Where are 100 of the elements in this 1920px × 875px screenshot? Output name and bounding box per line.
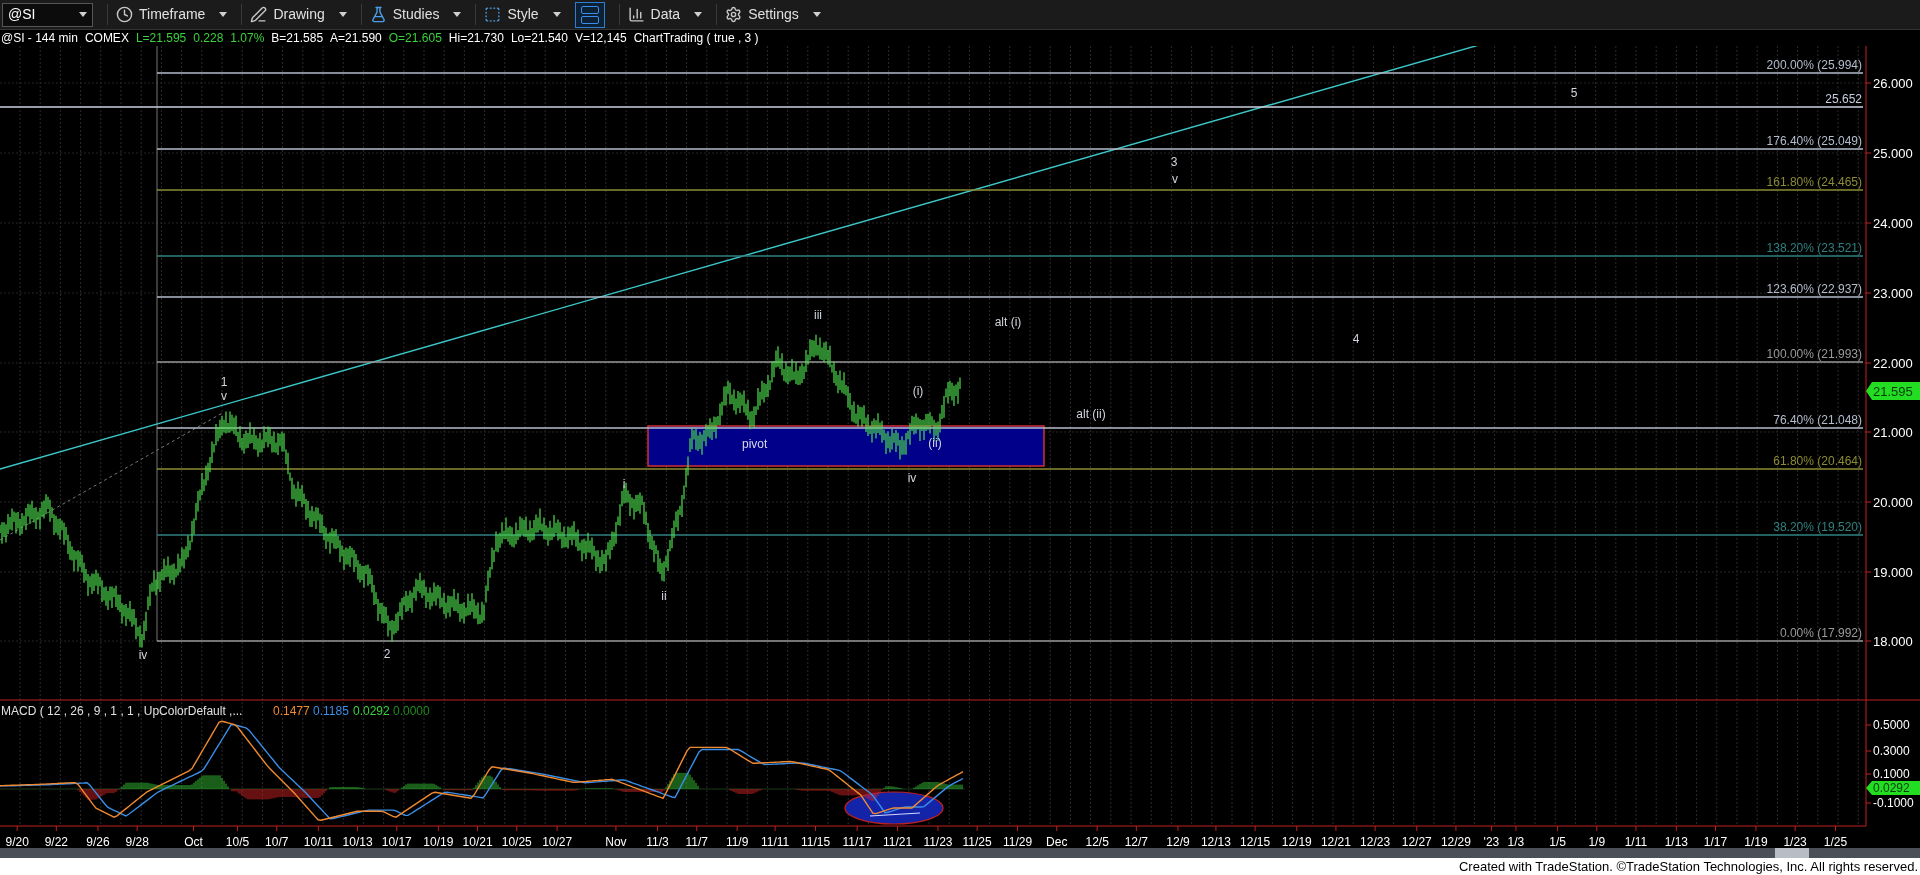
pen-icon: [250, 6, 268, 23]
quote-info-text: COMEX: [84, 32, 129, 44]
wave-label: iii: [814, 308, 822, 322]
date-axis-label: 12/23: [1360, 835, 1391, 848]
date-axis-label: 9/26: [86, 835, 110, 848]
toolbar-menu[interactable]: Studies: [360, 4, 440, 25]
macd-axis-label: 0.1000: [1873, 767, 1910, 781]
bar-chart-icon: [627, 6, 645, 23]
flask-icon: [369, 6, 387, 23]
divergence-line: [869, 812, 921, 817]
date-axis-label: '23: [1483, 835, 1500, 848]
fibonacci-level-label: 176.40% (25.049): [1766, 134, 1862, 148]
date-axis-label: 12/13: [1200, 835, 1231, 848]
quote-info-text: @SI - 144 min: [1, 32, 78, 44]
wave-label: (i): [912, 384, 924, 398]
zone-label: pivot: [742, 437, 768, 451]
date-axis-label: 11/21: [883, 835, 913, 848]
macd-axis-label: 0.5000: [1873, 718, 1910, 732]
wave-label: alt (i): [994, 315, 1022, 329]
toolbar-menu[interactable]: Style: [475, 4, 539, 25]
date-axis-label: Oct: [184, 835, 203, 848]
toolbar-menu[interactable]: Data: [618, 4, 681, 25]
wave-label: v: [221, 389, 227, 403]
toolbar-menu[interactable]: Timeframe: [107, 4, 206, 25]
date-axis-label: 12/29: [1440, 835, 1471, 848]
date-axis-label: 10/11: [303, 835, 333, 848]
layout-toggle-button[interactable]: [574, 1, 605, 28]
date-axis-label: 1/17: [1703, 835, 1728, 848]
date-axis-label: 12/9: [1166, 835, 1190, 848]
date-axis-label: 1/3: [1507, 835, 1525, 848]
wave-label: 1: [220, 375, 228, 389]
last-price-tag: 21.595: [1866, 382, 1920, 400]
symbol-dropdown[interactable]: @SI: [2, 2, 93, 27]
fibonacci-level-label: 61.80% (20.464): [1773, 454, 1862, 468]
date-axis-label: 1/5: [1549, 835, 1566, 848]
fibonacci-level-label: 76.40% (21.048): [1773, 413, 1862, 427]
quote-info-text: Hi=21.730: [448, 32, 504, 44]
scrollbar-thumb[interactable]: [1775, 848, 1809, 858]
toolbar-menu[interactable]: Settings: [716, 4, 799, 25]
wave-label: 3: [1170, 155, 1178, 169]
price-axis-label: 20.000: [1873, 495, 1913, 510]
date-axis-label: Nov: [605, 835, 627, 848]
quote-info-text: O=21.605: [388, 32, 442, 44]
fibonacci-level-label: 138.20% (23.521): [1766, 241, 1862, 255]
quote-info-text: 0.228: [193, 32, 224, 44]
date-axis-label: 11/9: [725, 835, 749, 848]
date-axis-label: 12/5: [1085, 835, 1109, 848]
wave-label: iv: [138, 648, 148, 662]
wave-label: i: [622, 477, 626, 491]
date-axis-label: 10/27: [542, 835, 573, 848]
caret-icon: [219, 12, 228, 17]
fibonacci-level-label: 123.60% (22.937): [1766, 282, 1862, 296]
caret-icon: [453, 12, 462, 17]
date-axis-label: 1/11: [1624, 835, 1648, 848]
caret-icon: [552, 12, 561, 17]
wave-label: alt (ii): [1076, 407, 1106, 421]
scrollbar[interactable]: [0, 848, 1920, 858]
date-axis-label: 11/17: [842, 835, 872, 848]
fibonacci-level-label: 25.652: [1825, 92, 1862, 106]
macd-axis-label: -0.1000: [1873, 796, 1914, 810]
fibonacci-level-label: 200.00% (25.994): [1766, 58, 1862, 72]
date-axis-label: 10/19: [423, 835, 454, 848]
date-axis-label: 1/23: [1783, 835, 1807, 848]
wave-label: 2: [383, 647, 391, 661]
caret-icon: [79, 12, 87, 17]
date-axis-label: 12/7: [1124, 835, 1148, 848]
date-axis-label: 10/17: [381, 835, 412, 848]
date-axis-label: 11/7: [685, 835, 708, 848]
date-axis-label: 11/11: [761, 835, 790, 848]
price-axis-label: 24.000: [1873, 216, 1913, 231]
quote-info-text: ChartTrading ( true , 3 ): [633, 32, 759, 44]
date-axis-label: 12/21: [1320, 835, 1351, 848]
date-axis-label: 12/19: [1281, 835, 1312, 848]
date-axis-label: 1/19: [1744, 835, 1768, 848]
price-axis-label: 25.000: [1873, 146, 1913, 161]
date-axis-label: 11/23: [923, 835, 953, 848]
fibonacci-level-label: 38.20% (19.520): [1773, 520, 1862, 534]
toolbar-menu[interactable]: Drawing: [241, 4, 325, 25]
macd-title: MACD ( 12 , 26 , 9 , 1 , 1 , UpColorDefault ,...: [1, 704, 243, 718]
wave-label: v: [1172, 172, 1178, 186]
fibonacci-level-label: 161.80% (24.465): [1766, 175, 1862, 189]
caret-icon: [694, 12, 703, 17]
date-axis-label: 1/9: [1588, 835, 1606, 848]
date-axis-label: 12/15: [1240, 835, 1271, 848]
date-axis-label: 9/28: [125, 835, 149, 848]
macd-axis-label: 0.3000: [1873, 744, 1910, 758]
quote-info-text: A=21.590: [330, 32, 382, 44]
date-axis-label: 10/21: [462, 835, 493, 848]
quote-info-text: B=21.585: [271, 32, 324, 44]
symbol-text: @SI: [8, 5, 36, 24]
price-axis-label: 19.000: [1873, 565, 1913, 580]
quote-info-text: Lo=21.540: [510, 32, 568, 44]
date-axis-label: 10/25: [501, 835, 532, 848]
wave-label: ii: [661, 589, 667, 603]
date-axis-label: 10/7: [265, 835, 289, 848]
wave-label: (ii): [928, 436, 942, 450]
macd-value: 0.0000: [393, 704, 430, 718]
date-axis-label: 10/5: [225, 835, 250, 848]
copyright-text: Created with TradeStation. ©TradeStation Technologies, Inc. All rights reserved.: [1458, 860, 1918, 873]
macd-value: 0.1185: [313, 704, 349, 718]
